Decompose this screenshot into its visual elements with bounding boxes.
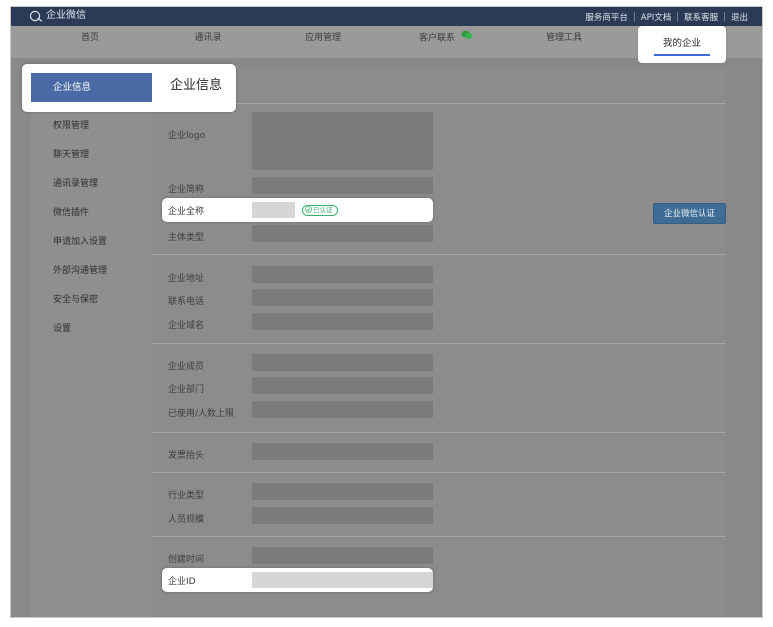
sidebar-item-wechat-plugin[interactable]: 微信插件 <box>53 205 89 218</box>
wecom-logo-icon <box>29 10 43 22</box>
nav-label: 我的企业 <box>662 38 701 49</box>
sidebar-item-label: 企业信息 <box>53 82 92 93</box>
usage-limit-value-redacted <box>252 401 433 418</box>
link-service-platform[interactable]: 服务商平台 <box>585 11 628 23</box>
logo-text: 企业微信 <box>46 10 86 21</box>
right-margin <box>726 58 762 617</box>
created-value-redacted <box>252 547 433 564</box>
separator: | <box>676 12 680 22</box>
sidebar-item-join-settings[interactable]: 申请加入设置 <box>53 234 107 247</box>
label-created: 创建时间 <box>168 555 205 565</box>
short-name-value-redacted <box>252 177 433 194</box>
link-support[interactable]: 联系客服 <box>684 11 718 23</box>
check-circle-icon <box>305 205 312 216</box>
label-short-name: 企业简称 <box>168 185 205 195</box>
separator: | <box>632 12 636 22</box>
top-links: 服务商平台 | API文档 | 联系客服 | 退出 <box>585 11 748 23</box>
departments-value-redacted <box>252 377 433 394</box>
divider <box>152 103 726 104</box>
corp-id-value-redacted <box>252 572 433 588</box>
label-entity-type: 主体类型 <box>168 233 205 243</box>
domain-value-redacted <box>252 313 433 330</box>
sidebar-highlight: 企业信息 企业信息 <box>22 64 236 112</box>
top-bar: 企业微信 服务商平台 | API文档 | 联系客服 | 退出 <box>11 7 762 26</box>
sidebar-item-security[interactable]: 安全与保密 <box>53 292 98 305</box>
logo-value-redacted <box>252 112 433 170</box>
link-api-docs[interactable]: API文档 <box>641 11 671 23</box>
divider <box>152 343 726 344</box>
page-title: 企业信息 <box>170 78 223 93</box>
industry-value-redacted <box>252 483 433 500</box>
nav-home[interactable]: 首页 <box>45 26 135 58</box>
sidebar-item-permissions[interactable]: 权限管理 <box>53 118 89 131</box>
active-tab-indicator <box>654 54 710 56</box>
separator: | <box>723 12 726 22</box>
sidebar-item-contacts[interactable]: 通讯录管理 <box>53 176 98 189</box>
label-domain: 企业域名 <box>168 321 205 331</box>
divider <box>152 472 726 473</box>
label-address: 企业地址 <box>168 274 205 284</box>
full-name-value-redacted <box>252 202 295 218</box>
link-logout[interactable]: 退出 <box>731 11 748 23</box>
label-staff-size: 人员规模 <box>168 515 205 525</box>
nav-label: 首页 <box>80 33 99 43</box>
phone-value-redacted <box>252 289 433 306</box>
entity-type-value-redacted <box>252 225 433 242</box>
label-corp-id: 企业ID <box>168 577 196 587</box>
nav-apps[interactable]: 应用管理 <box>278 26 368 58</box>
corp-id-row-highlight: 企业ID <box>162 568 433 592</box>
members-value-redacted <box>252 354 433 371</box>
nav-admin-tools[interactable]: 管理工具 <box>519 26 609 58</box>
nav-contacts[interactable]: 通讯录 <box>163 26 253 58</box>
label-industry: 行业类型 <box>168 491 205 501</box>
nav-label: 客户联系 <box>419 33 456 44</box>
sidebar-item-company-info[interactable]: 企业信息 <box>31 73 152 102</box>
app-window: 企业微信 服务商平台 | API文档 | 联系客服 | 退出 首页 通讯录 应用… <box>10 6 763 618</box>
nav-my-company[interactable]: 我的企业 <box>638 26 726 63</box>
divider <box>152 432 726 433</box>
staff-size-value-redacted <box>252 507 433 524</box>
verified-text: 已认证 <box>313 206 333 214</box>
sidebar-item-external[interactable]: 外部沟通管理 <box>53 263 107 276</box>
nav-customer-contact[interactable]: 客户联系 <box>401 26 491 58</box>
sidebar-item-chat[interactable]: 聊天管理 <box>53 147 89 160</box>
label-invoice: 发票抬头 <box>168 451 205 461</box>
address-value-redacted <box>252 266 433 283</box>
logo[interactable]: 企业微信 <box>29 10 86 22</box>
divider <box>152 254 726 255</box>
label-full-name: 企业全称 <box>168 207 205 217</box>
invoice-value-redacted <box>252 443 433 460</box>
label-phone: 联系电话 <box>168 297 205 307</box>
wecom-verify-button[interactable]: 企业微信认证 <box>653 203 726 224</box>
divider <box>152 536 726 537</box>
verified-badge: 已认证 <box>302 205 338 216</box>
wechat-icon <box>461 26 473 50</box>
label-departments: 企业部门 <box>168 385 205 395</box>
nav-label: 管理工具 <box>545 33 582 43</box>
sidebar-item-settings[interactable]: 设置 <box>53 321 71 334</box>
label-usage-limit: 已使用/人数上限 <box>168 409 235 419</box>
label-logo: 企业logo <box>168 131 206 141</box>
sidebar: 权限管理 聊天管理 通讯录管理 微信插件 申请加入设置 外部沟通管理 安全与保密… <box>31 68 152 617</box>
full-name-row-highlight: 企业全称 已认证 <box>162 198 433 222</box>
label-members: 企业成员 <box>168 362 205 372</box>
nav-label: 应用管理 <box>304 33 341 43</box>
nav-label: 通讯录 <box>194 33 222 43</box>
